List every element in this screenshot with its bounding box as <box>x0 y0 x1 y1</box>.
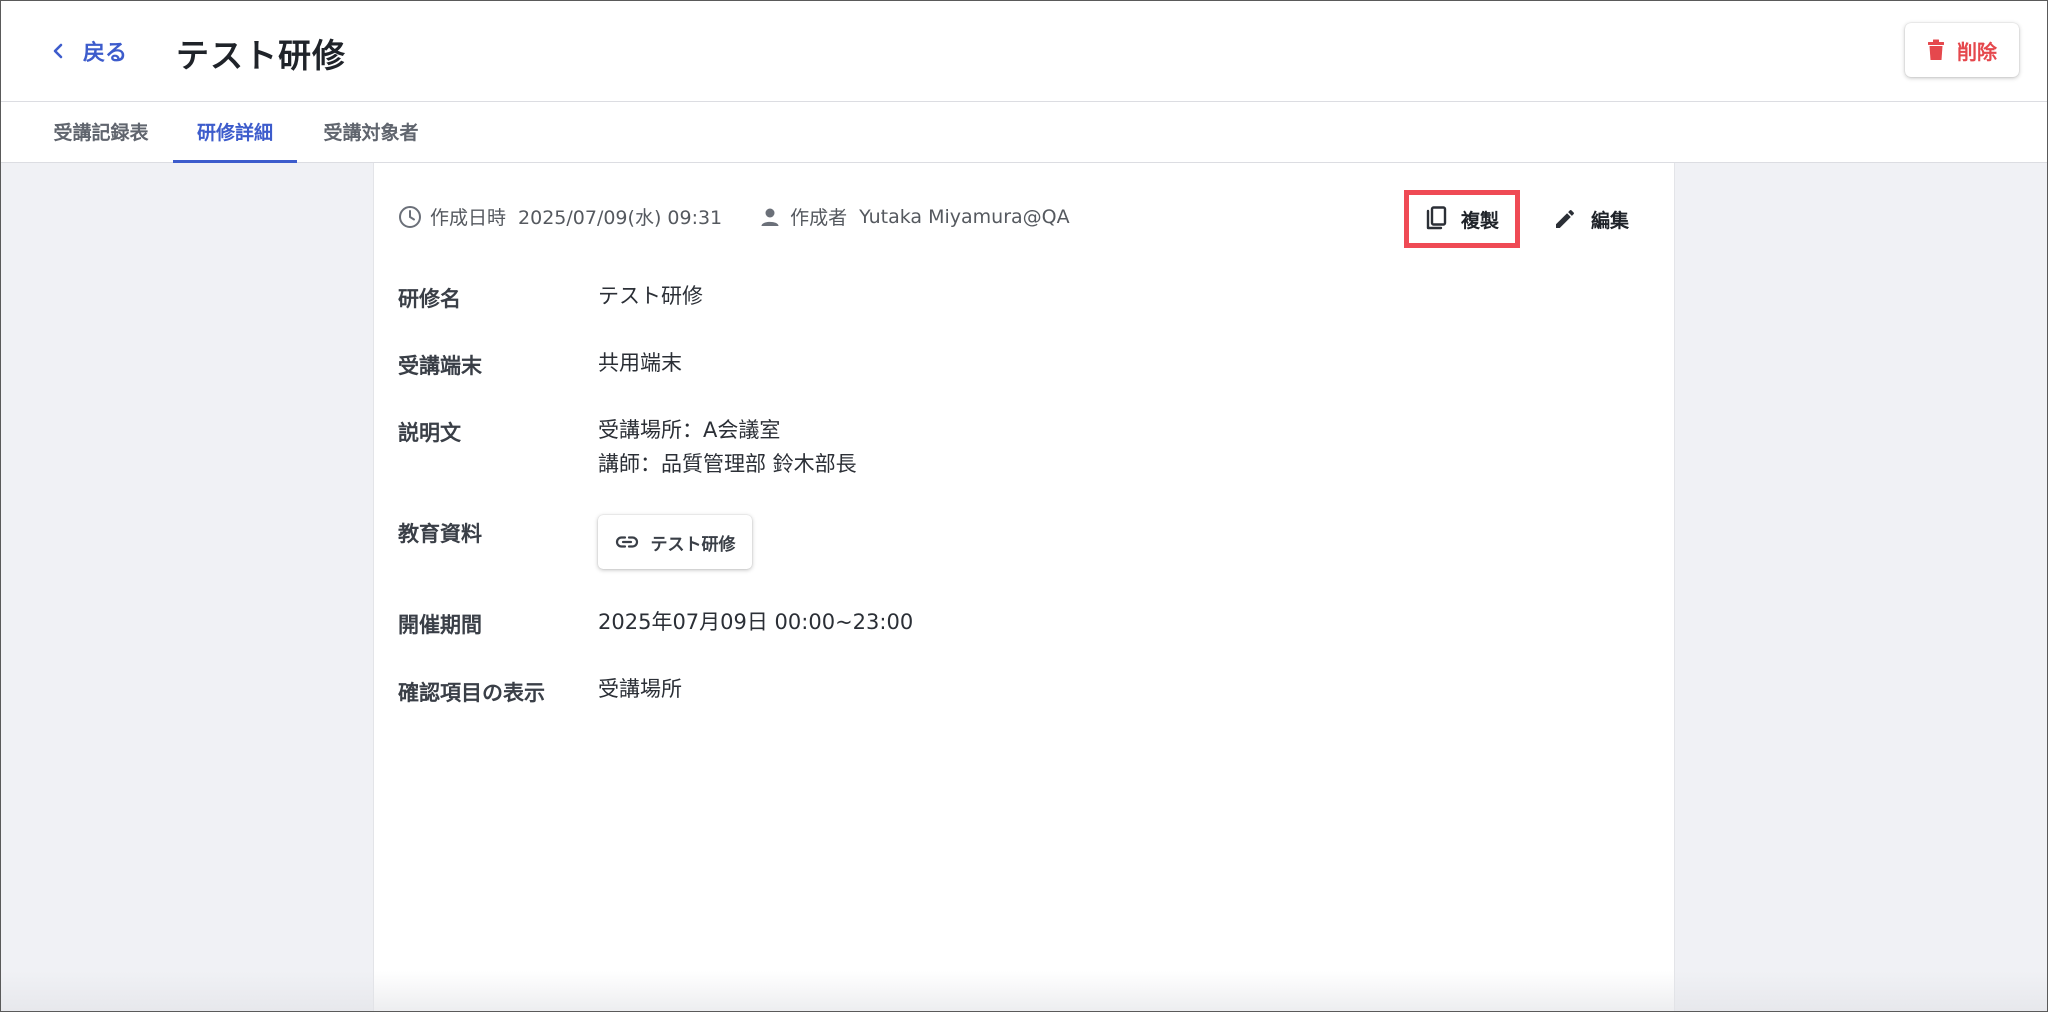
description-label: 説明文 <box>398 421 461 445</box>
author: 作成者 Yutaka Miyamura@QA <box>758 203 1070 230</box>
author-label: 作成者 <box>790 207 848 229</box>
pencil-icon <box>1555 209 1574 228</box>
tab-training-details[interactable]: 研修詳細 <box>173 102 297 163</box>
author-value: Yutaka Miyamura@QA <box>859 205 1070 228</box>
training-name-label: 研修名 <box>398 287 461 311</box>
description-line: 受講場所：A会議室 <box>598 418 781 442</box>
training-name-value: テスト研修 <box>598 284 703 308</box>
tab-attendance-record[interactable]: 受講記録表 <box>49 102 153 160</box>
copy-icon <box>1426 206 1447 230</box>
link-icon <box>615 536 638 548</box>
app-window: 戻る テスト研修 削除 受講記録表 研修詳細 受講対象者 作成日時 2025/0… <box>0 0 2048 1012</box>
chevron-left-icon <box>53 43 63 59</box>
edit-label: 編集 <box>1590 209 1629 232</box>
confirmation-value: 受講場所 <box>598 677 682 701</box>
device-value: 共用端末 <box>598 351 682 375</box>
delete-button[interactable]: 削除 <box>1905 23 2019 77</box>
duplicate-label: 複製 <box>1460 209 1499 232</box>
device-label: 受講端末 <box>398 354 482 378</box>
created-at-label: 作成日時 <box>430 207 507 229</box>
training-detail-panel: 作成日時 2025/07/09(水) 09:31 作成者 Yutaka Miya… <box>373 163 1675 1011</box>
person-icon <box>761 208 779 226</box>
description-value: 受講場所：A会議室 講師：品質管理部 鈴木部長 <box>598 413 857 481</box>
back-label: 戻る <box>83 41 128 66</box>
material-link-button[interactable]: テスト研修 <box>598 515 752 569</box>
period-label: 開催期間 <box>398 613 482 637</box>
description-line: 講師：品質管理部 鈴木部長 <box>598 452 857 476</box>
meta-info: 作成日時 2025/07/09(水) 09:31 作成者 Yutaka Miya… <box>398 203 1106 230</box>
page-title: テスト研修 <box>176 36 346 75</box>
back-link[interactable]: 戻る <box>51 35 127 67</box>
tab-target-attendees[interactable]: 受講対象者 <box>319 102 423 160</box>
edit-button[interactable]: 編集 <box>1546 197 1636 241</box>
clock-icon <box>399 205 421 228</box>
created-at: 作成日時 2025/07/09(水) 09:31 <box>398 203 722 230</box>
delete-label: 削除 <box>1957 39 1997 64</box>
materials-label: 教育資料 <box>398 522 482 546</box>
confirmation-label: 確認項目の表示 <box>398 681 545 705</box>
created-at-value: 2025/07/09(水) 09:31 <box>518 207 723 229</box>
material-link-label: テスト研修 <box>650 534 736 555</box>
tab-bar: 受講記録表 研修詳細 受講対象者 <box>1 102 2047 163</box>
period-value: 2025年07月09日 00:00~23:00 <box>598 610 914 634</box>
trash-icon <box>1928 39 1944 60</box>
duplicate-button[interactable]: 複製 <box>1404 190 1520 248</box>
page-header: 戻る テスト研修 削除 <box>1 1 2047 102</box>
